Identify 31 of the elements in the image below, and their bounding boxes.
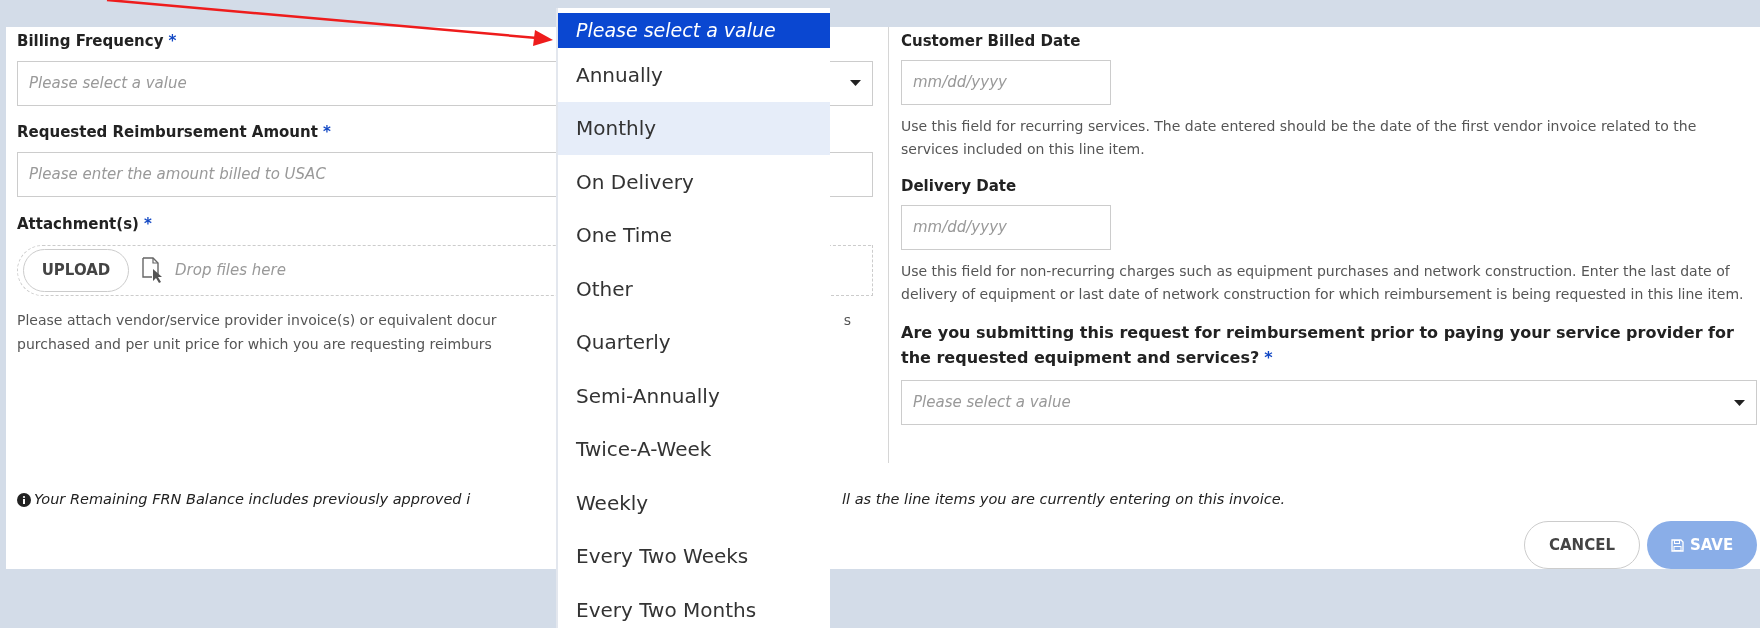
dropdown-option[interactable]: Weekly: [558, 476, 830, 530]
field-label: Billing Frequency: [17, 31, 164, 52]
footnote-text: ll as the line items you are currently entering on this invoice.: [842, 490, 1286, 510]
caret-icon: [1734, 399, 1745, 406]
dropdown-option[interactable]: Please select a value: [558, 13, 830, 48]
field-label: Customer Billed Date: [901, 31, 1081, 52]
required-mark: *: [143, 214, 152, 235]
help-text: s: [843, 310, 851, 330]
dropdown-option[interactable]: Semi-Annually: [558, 369, 830, 423]
field-label: Requested Reimbursement Amount: [17, 121, 318, 143]
field-label: Attachment(s): [17, 214, 139, 235]
field-label: Delivery Date: [901, 176, 1017, 197]
help-text: Please attach vendor/service provider invoice(s) or equivalent docur: [17, 310, 497, 330]
required-mark: *: [322, 121, 331, 143]
question-label: Are you submitting this request for reimbursement prior to paying your service provider for the requested equipment and services? *: [901, 322, 1735, 369]
upload-button[interactable]: UPLOAD: [23, 248, 129, 292]
footnote-text: Your Remaining FRN Balance includes previously approved i: [34, 490, 471, 510]
caret-icon: [850, 80, 861, 86]
help-text: Use this field for non-recurring charges such as equipment purchases and network construction. Enter the last date of delivery of equipment or last date of network construction for which reimbursement is being requested in this line item.: [901, 262, 1745, 304]
help-text: Use this field for recurring services. The date entered should be the date of the first vendor invoice related to the services included on this line item.: [901, 117, 1698, 159]
file-cursor-icon: [141, 257, 163, 283]
drop-hint: Drop files here: [175, 259, 286, 281]
dropdown-option[interactable]: Monthly: [558, 101, 830, 155]
info-icon: [17, 493, 31, 508]
help-text: purchased and per unit price for which you are requesting reimburs: [17, 334, 492, 354]
dropdown-option[interactable]: Every Two Weeks: [558, 529, 830, 583]
dropdown-option[interactable]: Every Two Months: [558, 583, 830, 628]
cancel-button[interactable]: CANCEL: [1524, 521, 1640, 569]
required-mark: *: [168, 31, 177, 52]
dropdown-option[interactable]: Quarterly: [558, 315, 830, 369]
dropdown-option[interactable]: Twice-A-Week: [558, 422, 830, 476]
